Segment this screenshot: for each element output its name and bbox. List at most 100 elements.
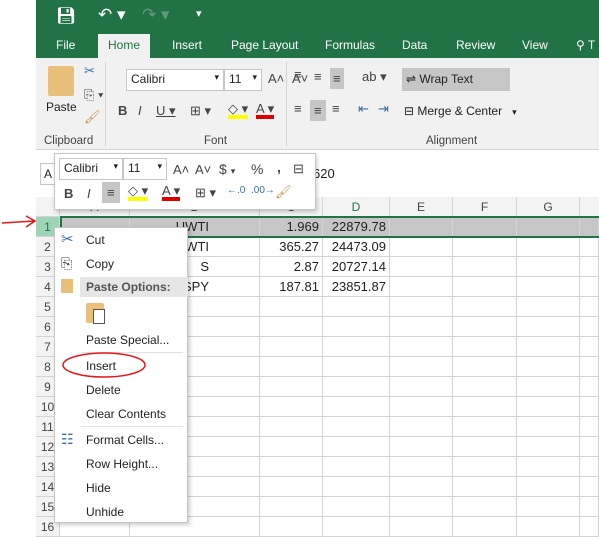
cell[interactable] (390, 417, 453, 437)
cell[interactable] (260, 337, 323, 357)
menu-copy[interactable]: Copy (86, 257, 114, 271)
cell[interactable] (323, 417, 390, 437)
tab-data[interactable]: Data (402, 38, 427, 52)
tab-home[interactable]: Home (98, 34, 151, 58)
cell[interactable] (517, 377, 580, 397)
cell[interactable] (260, 417, 323, 437)
cell[interactable]: 20727.14 (323, 257, 390, 277)
cell[interactable] (323, 377, 390, 397)
increase-decimal-icon[interactable]: ←.0 (227, 186, 245, 196)
paste-icon[interactable] (86, 303, 105, 324)
mini-decrease-font-icon[interactable]: A˅ (195, 163, 211, 176)
paste-button[interactable]: Paste (46, 100, 77, 114)
cell[interactable] (323, 517, 390, 537)
cell[interactable] (580, 437, 599, 457)
cell[interactable] (580, 417, 599, 437)
cell[interactable] (517, 257, 580, 277)
cell[interactable]: 365.27 (260, 237, 323, 257)
cell[interactable] (390, 377, 453, 397)
cell[interactable] (260, 397, 323, 417)
cell[interactable] (453, 357, 517, 377)
cell[interactable] (260, 517, 323, 537)
cell[interactable] (260, 377, 323, 397)
menu-format-cells[interactable]: Format Cells... (86, 433, 164, 447)
column-header-g[interactable]: G (517, 197, 580, 217)
increase-font-icon[interactable]: A˄ (268, 72, 284, 85)
cell[interactable] (453, 397, 517, 417)
cell[interactable] (517, 397, 580, 417)
align-left-icon[interactable]: ≡ (294, 102, 302, 115)
cell[interactable] (517, 477, 580, 497)
cell[interactable] (390, 257, 453, 277)
column-header-e[interactable]: E (390, 197, 453, 217)
cell[interactable] (580, 357, 599, 377)
tab-insert[interactable]: Insert (172, 38, 202, 52)
cell[interactable] (390, 497, 453, 517)
cell[interactable] (453, 457, 517, 477)
cell[interactable] (580, 517, 599, 537)
tab-file[interactable]: File (56, 38, 75, 52)
cell[interactable] (453, 437, 517, 457)
cell[interactable] (580, 237, 599, 257)
font-color-icon[interactable]: A ▾ (256, 102, 275, 119)
column-header-f[interactable]: F (453, 197, 517, 217)
menu-paste-special[interactable]: Paste Special... (86, 333, 169, 347)
cell[interactable] (390, 297, 453, 317)
copy-icon[interactable]: ⎘ ▾ (84, 88, 103, 101)
cell[interactable] (453, 317, 517, 337)
cell[interactable] (323, 397, 390, 417)
cell[interactable] (260, 477, 323, 497)
cell[interactable] (390, 357, 453, 377)
cell[interactable] (323, 317, 390, 337)
mini-format-painter-icon[interactable]: 🖌︎ (275, 185, 292, 198)
cell[interactable] (260, 497, 323, 517)
decrease-decimal-icon[interactable]: .00→ (251, 186, 275, 196)
cell[interactable] (580, 397, 599, 417)
cell[interactable] (260, 317, 323, 337)
cell[interactable] (453, 517, 517, 537)
mini-italic-button[interactable]: I (87, 187, 91, 200)
cell[interactable] (323, 437, 390, 457)
cell[interactable] (580, 277, 599, 297)
mini-center-icon[interactable]: ≡ (102, 182, 120, 203)
cell[interactable] (580, 497, 599, 517)
cell[interactable] (390, 277, 453, 297)
formula-input[interactable]: 620 (313, 166, 335, 181)
italic-icon[interactable]: I (138, 104, 142, 117)
cell[interactable] (390, 437, 453, 457)
save-icon[interactable]: 💾︎ (56, 6, 76, 26)
mini-fill-color-icon[interactable]: ◇ ▾ (128, 184, 149, 201)
mini-bold-button[interactable]: B (64, 187, 73, 200)
cell[interactable] (580, 297, 599, 317)
cell[interactable] (517, 437, 580, 457)
cell[interactable] (323, 337, 390, 357)
mini-currency-button[interactable]: $ ▾ (219, 162, 235, 176)
cell[interactable] (260, 437, 323, 457)
top-align-icon[interactable]: ≡ (294, 68, 302, 81)
cell[interactable] (453, 417, 517, 437)
cell[interactable] (580, 257, 599, 277)
wrap-text-button[interactable]: ⇌ Wrap Text (402, 68, 510, 91)
cell[interactable] (453, 477, 517, 497)
cell[interactable] (453, 497, 517, 517)
bottom-align-icon[interactable]: ≡ (330, 68, 344, 89)
paste-icon[interactable] (48, 66, 74, 96)
cell[interactable]: 24473.09 (323, 237, 390, 257)
column-header-d[interactable]: D (323, 197, 390, 217)
fill-color-icon[interactable]: ◇ ▾ (228, 102, 249, 119)
cell[interactable] (453, 257, 517, 277)
cell[interactable] (517, 497, 580, 517)
cell[interactable]: 2.87 (260, 257, 323, 277)
mini-size-select[interactable]: 11 ▾ (123, 158, 167, 180)
tab-page-layout[interactable]: Page Layout (231, 38, 298, 52)
font-name-select[interactable]: Calibri ▾ (126, 69, 224, 91)
mini-font-color-icon[interactable]: A ▾ (162, 184, 181, 201)
cell[interactable] (580, 457, 599, 477)
menu-clear-contents[interactable]: Clear Contents (86, 407, 166, 421)
tell-me-icon[interactable]: ⚲ T (576, 38, 595, 52)
cell[interactable] (260, 457, 323, 477)
undo-icon[interactable]: ↶ ▾ (98, 5, 126, 25)
middle-align-icon[interactable]: ≡ (314, 70, 322, 83)
cell[interactable] (517, 357, 580, 377)
cell[interactable]: 187.81 (260, 277, 323, 297)
